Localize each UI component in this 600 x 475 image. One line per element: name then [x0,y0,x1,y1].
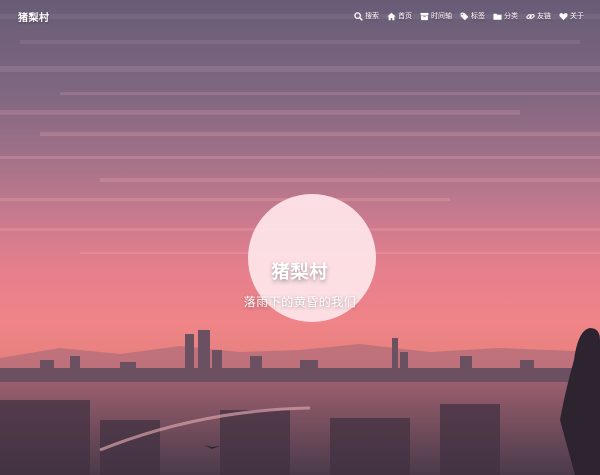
nav-item-label: 时间轴 [431,12,452,20]
home-icon [387,12,396,21]
archive-icon [420,12,429,21]
nav-item-label: 分类 [504,12,518,20]
search-icon [354,11,363,21]
nav-item-label: 关于 [570,12,584,20]
top-navbar: 猪梨村 搜索 首页 时间轴 标签 分类 友链 关于 [0,0,600,32]
nav-item-search[interactable]: 搜索 [354,11,379,21]
heart-icon [559,12,568,21]
site-subtitle: 落雨下的黄昏的我们 [243,295,357,309]
hero-title-block: 猪梨村 落雨下的黄昏的我们 [0,258,600,310]
nav-item-categories[interactable]: 分类 [493,11,518,21]
nav-item-label: 友链 [537,12,551,20]
nav-item-tags[interactable]: 标签 [460,11,485,21]
site-title: 猪梨村 [271,262,329,283]
folder-icon [493,12,502,21]
nav-item-label: 搜索 [365,12,379,20]
nav-menu: 搜索 首页 时间轴 标签 分类 友链 关于 [354,11,584,21]
link-icon [526,12,535,21]
nav-item-label: 首页 [398,12,412,20]
tags-icon [460,12,469,21]
nav-item-about[interactable]: 关于 [559,11,584,21]
site-name-link[interactable]: 猪梨村 [18,9,50,24]
nav-item-archive[interactable]: 时间轴 [420,11,452,21]
hero-header: 猪梨村 搜索 首页 时间轴 标签 分类 友链 关于 猪梨村 落雨下的黄昏的我们 [0,0,600,475]
nav-item-home[interactable]: 首页 [387,11,412,21]
nav-item-links[interactable]: 友链 [526,11,551,21]
nav-item-label: 标签 [471,12,485,20]
sunset-background-image [0,0,600,475]
